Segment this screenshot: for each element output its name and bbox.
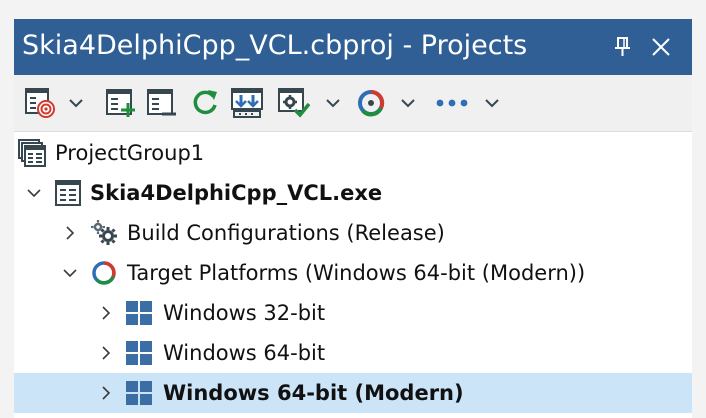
tree-row-windows-64bit[interactable]: Windows 64-bit: [14, 333, 692, 373]
projects-window-frame: Skia4DelphiCpp_VCL.cbproj - Projects Pro…: [0, 0, 706, 418]
projects-toolbar: [14, 75, 692, 132]
tree-row-windows-64bit-modern[interactable]: Windows 64-bit (Modern): [14, 373, 692, 413]
project-tree: ProjectGroup1 Skia4DelphiCpp_VCL.exe Bui…: [14, 132, 692, 418]
window-left-edge: [0, 0, 14, 418]
chevron-right-icon[interactable]: [62, 225, 78, 241]
project-icon: [54, 179, 84, 207]
project-group-icon: [18, 139, 48, 167]
chevron-down-icon[interactable]: [26, 185, 42, 201]
projects-panel: Skia4DelphiCpp_VCL.cbproj - Projects Pro…: [14, 19, 692, 418]
chevron-down-icon[interactable]: [62, 265, 78, 281]
chevron-right-icon[interactable]: [98, 305, 114, 321]
tree-item-label: Windows 64-bit (Modern): [163, 381, 464, 405]
refresh-button[interactable]: [188, 86, 222, 120]
remove-project-icon: [147, 89, 176, 116]
panel-title-bar: Skia4DelphiCpp_VCL.cbproj - Projects: [14, 19, 692, 75]
windows-icon: [124, 339, 154, 367]
panel-title: Skia4DelphiCpp_VCL.cbproj - Projects: [22, 30, 528, 61]
tree-row-build-configurations[interactable]: Build Configurations (Release): [14, 213, 692, 253]
windows-icon: [124, 299, 154, 327]
close-icon[interactable]: [649, 33, 673, 61]
tree-item-label: ProjectGroup1: [55, 141, 205, 165]
pin-icon[interactable]: [611, 33, 635, 61]
target-platforms-icon: [90, 259, 120, 287]
build-config-check-button[interactable]: [277, 86, 343, 120]
build-target-icon: [25, 88, 83, 118]
tree-row-windows-32bit[interactable]: Windows 32-bit: [14, 293, 692, 333]
target-platform-icon: [358, 89, 415, 117]
tree-row-project[interactable]: Skia4DelphiCpp_VCL.exe: [14, 173, 692, 213]
tree-item-label: Skia4DelphiCpp_VCL.exe: [90, 181, 383, 205]
deploy-button[interactable]: [230, 86, 268, 120]
tree-item-label: Windows 64-bit: [163, 341, 326, 365]
add-new-project-icon: [106, 89, 135, 117]
add-new-project-button[interactable]: [104, 86, 138, 120]
gear-icon: [90, 219, 120, 247]
target-platform-button[interactable]: [354, 86, 420, 120]
chevron-right-icon[interactable]: [98, 345, 114, 361]
window-right-edge: [692, 0, 706, 418]
windows-icon: [124, 379, 154, 407]
window-top-edge: [0, 0, 706, 19]
tree-item-label: Windows 32-bit: [163, 301, 326, 325]
chevron-right-icon[interactable]: [98, 385, 114, 401]
deploy-icon: [231, 88, 263, 118]
tree-item-label: Target Platforms (Windows 64-bit (Modern…: [127, 261, 586, 285]
tree-row-target-platforms[interactable]: Target Platforms (Windows 64-bit (Modern…: [14, 253, 692, 293]
more-button[interactable]: [434, 86, 504, 120]
more-icon: [436, 99, 499, 108]
build-config-check-icon: [278, 88, 340, 118]
tree-row-projectgroup1[interactable]: ProjectGroup1: [14, 133, 692, 173]
tree-item-label: Build Configurations (Release): [127, 221, 445, 245]
remove-project-button[interactable]: [145, 86, 179, 120]
build-target-button[interactable]: [24, 86, 88, 120]
refresh-icon: [193, 90, 217, 115]
